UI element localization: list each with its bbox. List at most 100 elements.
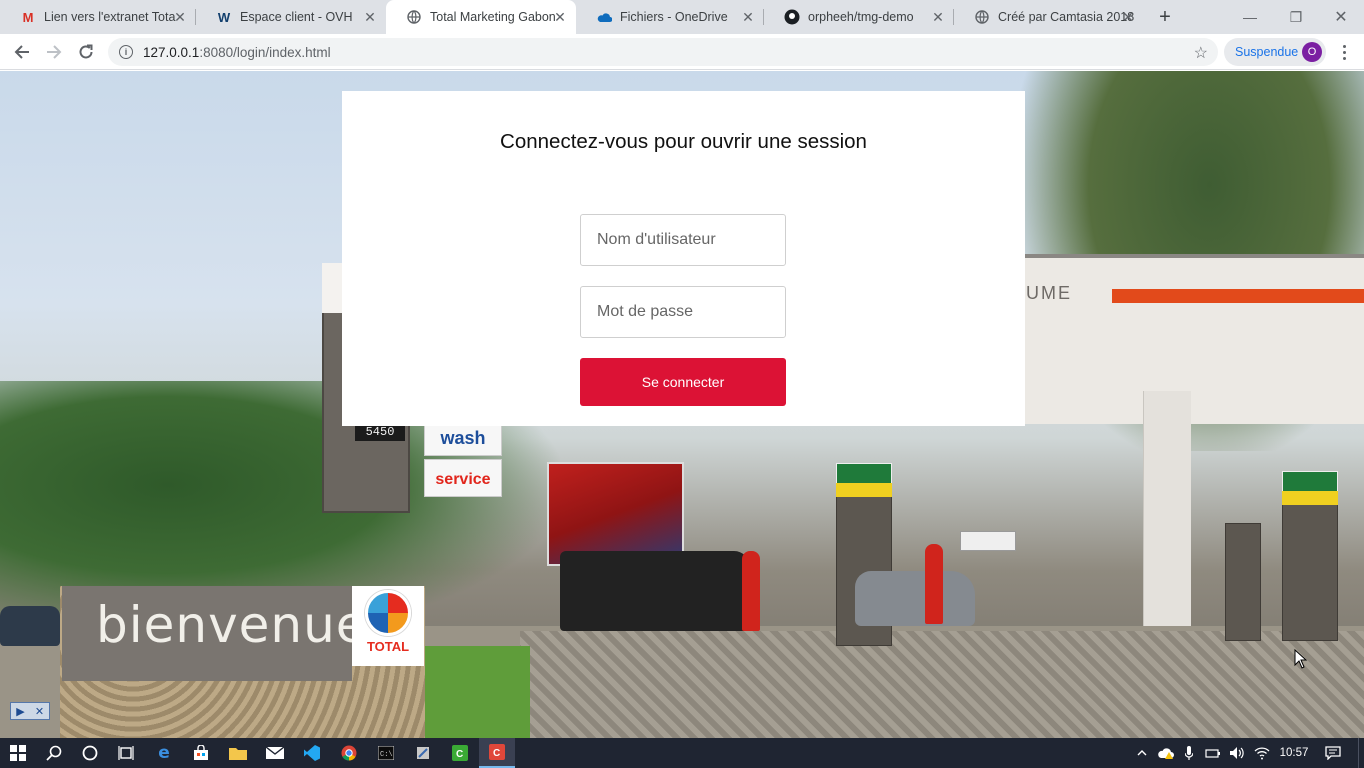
total-logo-icon	[365, 590, 411, 636]
profile-button[interactable]: Suspendue O	[1224, 38, 1326, 66]
password-field[interactable]	[580, 286, 786, 338]
tab-camtasia[interactable]: Créé par Camtasia 2018 ✕	[954, 0, 1144, 34]
close-icon[interactable]: ✕	[552, 9, 568, 25]
onedrive-tray[interactable]	[1155, 738, 1177, 768]
total-logo: TOTAL	[352, 586, 424, 666]
power-tray[interactable]	[1203, 738, 1223, 768]
tab-github[interactable]: orpheeh/tmg-demo ✕	[764, 0, 954, 34]
edge-icon: e	[158, 743, 170, 763]
ovh-icon: W	[217, 9, 231, 25]
bookmark-star-icon[interactable]: ☆	[1194, 43, 1208, 63]
forward-button[interactable]	[42, 40, 66, 64]
camtasia-green-icon: C	[452, 745, 468, 761]
close-window-button[interactable]: ✕	[1318, 0, 1364, 34]
pump-sign-gasoil	[1282, 491, 1338, 505]
forward-arrow-icon	[47, 45, 62, 59]
recorder-controls[interactable]: ▶ ✕	[10, 702, 50, 720]
tab-total-marketing[interactable]: Total Marketing Gabon ✕	[386, 0, 576, 34]
mail-icon	[266, 747, 284, 759]
canopy-stripe	[1112, 289, 1364, 303]
system-clock[interactable]: 10:57	[1276, 738, 1312, 768]
mail-app[interactable]	[257, 738, 293, 768]
network-tool-icon	[417, 747, 429, 759]
wifi-icon	[1254, 747, 1270, 760]
pump-sign-gasoil	[836, 483, 892, 497]
camtasia-recorder-app[interactable]: C	[479, 738, 515, 768]
chevron-up-icon	[1137, 750, 1147, 756]
vscode-app[interactable]	[294, 738, 330, 768]
new-tab-button[interactable]: +	[1155, 7, 1175, 27]
tab-onedrive[interactable]: Fichiers - OneDrive ✕	[576, 0, 764, 34]
windows-taskbar: e C:\ C C 10:57	[0, 738, 1364, 768]
profile-status: Suspendue	[1235, 45, 1299, 59]
totem-top	[322, 263, 344, 313]
globe-icon	[974, 9, 990, 25]
chrome-menu-button[interactable]	[1336, 40, 1352, 64]
back-arrow-icon	[14, 45, 29, 59]
cortana-icon	[82, 745, 98, 761]
svg-text:C:\: C:\	[380, 751, 393, 759]
tab-ovh[interactable]: W Espace client - OVH ✕	[196, 0, 386, 34]
notification-icon	[1325, 746, 1341, 760]
reload-icon	[79, 44, 93, 59]
microphone-tray[interactable]	[1181, 738, 1197, 768]
canopy-lettering: UME	[1026, 283, 1072, 303]
task-view-button[interactable]	[108, 738, 144, 768]
tab-title: Total Marketing Gabon	[430, 10, 556, 24]
tab-strip: M Lien vers l'extranet Tota ✕ W Espace c…	[0, 0, 1364, 34]
service-sign: service	[424, 459, 502, 497]
network-tray[interactable]	[1252, 738, 1272, 768]
info-icon[interactable]: i	[119, 45, 133, 59]
search-button[interactable]	[36, 738, 72, 768]
search-icon	[46, 745, 62, 761]
show-hidden-icons[interactable]	[1134, 738, 1150, 768]
terminal-app[interactable]: C:\	[368, 738, 404, 768]
play-icon[interactable]: ▶	[11, 703, 30, 719]
volume-tray[interactable]	[1227, 738, 1247, 768]
close-icon[interactable]: ✕	[740, 9, 756, 25]
chrome-app[interactable]	[331, 738, 367, 768]
gmail-icon: M	[22, 9, 34, 25]
show-desktop-button[interactable]	[1358, 738, 1364, 768]
chrome-icon	[341, 745, 357, 761]
canopy-pillar	[1143, 391, 1191, 651]
camtasia-green-app[interactable]: C	[442, 738, 478, 768]
welcome-text: bienvenue	[96, 596, 368, 654]
minimize-button[interactable]: —	[1227, 0, 1273, 34]
cortana-button[interactable]	[72, 738, 108, 768]
edge-app[interactable]: e	[146, 738, 182, 768]
camtasia-recorder-icon: C	[489, 744, 505, 760]
file-explorer-app[interactable]	[220, 738, 256, 768]
start-button[interactable]	[0, 738, 36, 768]
login-card: Connectez-vous pour ouvrir une session S…	[342, 91, 1025, 426]
folder-icon	[229, 748, 247, 760]
back-button[interactable]	[10, 40, 34, 64]
task-view-icon	[118, 746, 134, 760]
store-app[interactable]	[183, 738, 219, 768]
close-icon[interactable]: ✕	[172, 9, 188, 25]
github-icon	[784, 9, 800, 25]
address-bar[interactable]: i 127.0.0.1:8080/login/index.html ☆	[108, 38, 1218, 66]
tab-gmail[interactable]: M Lien vers l'extranet Tota ✕	[0, 0, 196, 34]
close-icon[interactable]: ✕	[930, 9, 946, 25]
parked-car	[855, 571, 975, 626]
attendant	[742, 551, 760, 631]
login-button[interactable]: Se connecter	[580, 358, 786, 406]
username-field[interactable]	[580, 214, 786, 266]
reload-button[interactable]	[74, 40, 98, 64]
close-icon[interactable]: ✕	[30, 703, 49, 719]
restore-button[interactable]: ❐	[1273, 0, 1319, 34]
paved-forecourt	[520, 631, 1364, 738]
url-host: 127.0.0.1	[143, 44, 200, 60]
url-path: :8080/login/index.html	[199, 44, 331, 60]
store-bag-icon	[194, 745, 208, 760]
action-center[interactable]	[1322, 738, 1344, 768]
station-canopy	[1025, 254, 1364, 424]
mouse-cursor-icon	[1294, 648, 1308, 674]
fuel-pump	[1225, 523, 1261, 641]
svg-text:C: C	[456, 749, 463, 760]
close-icon[interactable]: ✕	[362, 9, 378, 25]
remote-app[interactable]	[405, 738, 441, 768]
close-icon[interactable]: ✕	[1120, 9, 1136, 25]
grass-strip	[420, 646, 530, 738]
